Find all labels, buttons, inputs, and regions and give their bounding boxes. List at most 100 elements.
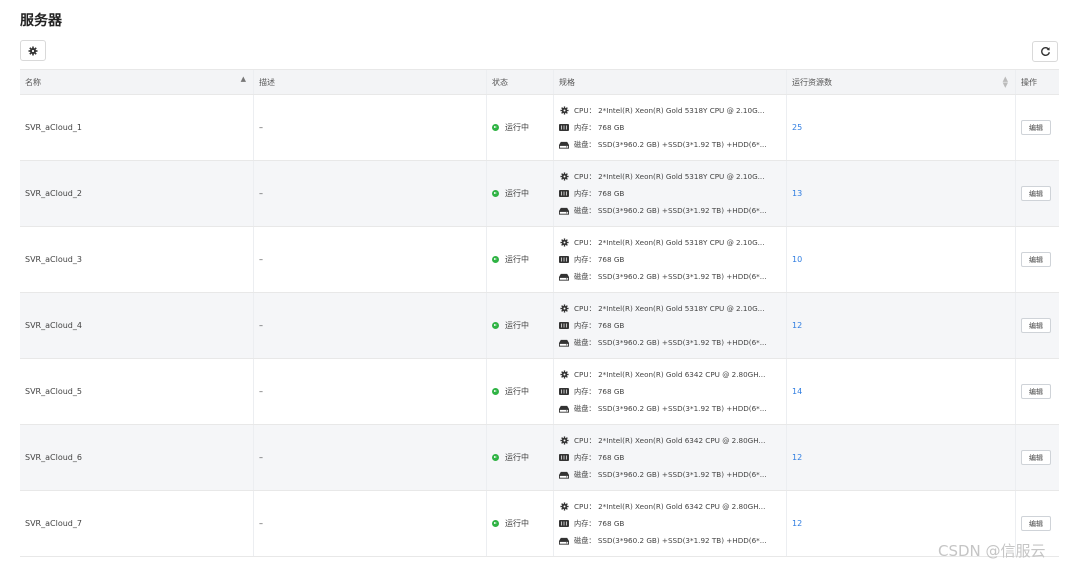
- disk-spec: 磁盘： SSD(3*960.2 GB) +SSD(3*1.92 TB) +HDD…: [574, 403, 767, 413]
- cpu-icon: [559, 106, 569, 115]
- running-resources-link[interactable]: 10: [792, 255, 802, 264]
- gear-icon: [28, 46, 38, 55]
- column-header-description: 描述: [253, 70, 486, 94]
- server-description: –: [253, 425, 486, 490]
- cpu-icon: [559, 370, 569, 379]
- column-header-running-resources[interactable]: 运行资源数 ▲ ▼: [786, 70, 1015, 94]
- refresh-icon: [1040, 47, 1050, 56]
- server-name: SVR_aCloud_5: [25, 387, 82, 396]
- server-spec: CPU： 2*Intel(R) Xeon(R) Gold 6342 CPU @ …: [553, 425, 786, 490]
- server-table: 名称 ▲ 描述 状态 规格 运行资源数 ▲ ▼ 操作 SVR_aCloud_1 –…: [20, 69, 1059, 557]
- disk-spec: 磁盘： SSD(3*960.2 GB) +SSD(3*1.92 TB) +HDD…: [574, 535, 767, 545]
- server-name: SVR_aCloud_4: [25, 321, 82, 330]
- column-header-spec: 规格: [553, 70, 786, 94]
- status-badge: 运行中: [492, 122, 529, 133]
- running-resources-link[interactable]: 12: [792, 453, 802, 462]
- running-resources-link[interactable]: 12: [792, 519, 802, 528]
- cpu-icon: [559, 502, 569, 511]
- server-name: SVR_aCloud_6: [25, 453, 82, 462]
- running-resources-link[interactable]: 25: [792, 123, 802, 132]
- status-badge: 运行中: [492, 452, 529, 463]
- status-badge: 运行中: [492, 188, 529, 199]
- table-row: SVR_aCloud_5 – 运行中 CPU： 2*Intel(R) Xeon(…: [20, 359, 1059, 425]
- disk-icon: [559, 471, 569, 479]
- disk-spec: 磁盘： SSD(3*960.2 GB) +SSD(3*1.92 TB) +HDD…: [574, 469, 767, 479]
- cpu-spec: CPU： 2*Intel(R) Xeon(R) Gold 5318Y CPU @…: [574, 237, 765, 247]
- refresh-button[interactable]: [1032, 41, 1058, 62]
- server-name: SVR_aCloud_3: [25, 255, 82, 264]
- table-row: SVR_aCloud_7 – 运行中 CPU： 2*Intel(R) Xeon(…: [20, 491, 1059, 557]
- disk-spec: 磁盘： SSD(3*960.2 GB) +SSD(3*1.92 TB) +HDD…: [574, 337, 767, 347]
- edit-button[interactable]: 编辑: [1021, 120, 1051, 135]
- memory-spec: 内存： 768 GB: [574, 122, 625, 132]
- memory-spec: 内存： 768 GB: [574, 386, 625, 396]
- server-description: –: [253, 359, 486, 424]
- edit-button[interactable]: 编辑: [1021, 318, 1051, 333]
- cpu-spec: CPU： 2*Intel(R) Xeon(R) Gold 5318Y CPU @…: [574, 105, 765, 115]
- disk-icon: [559, 405, 569, 413]
- status-badge: 运行中: [492, 254, 529, 265]
- sort-icon[interactable]: ▲ ▼: [1003, 76, 1008, 89]
- server-name: SVR_aCloud_2: [25, 189, 82, 198]
- memory-spec: 内存： 768 GB: [574, 320, 625, 330]
- server-description: –: [253, 491, 486, 556]
- disk-icon: [559, 273, 569, 281]
- server-spec: CPU： 2*Intel(R) Xeon(R) Gold 6342 CPU @ …: [553, 491, 786, 556]
- server-description: –: [253, 227, 486, 292]
- memory-icon: [559, 388, 569, 396]
- running-status-icon: [492, 124, 499, 131]
- running-status-icon: [492, 520, 499, 527]
- server-description: –: [253, 161, 486, 226]
- cpu-spec: CPU： 2*Intel(R) Xeon(R) Gold 6342 CPU @ …: [574, 369, 766, 379]
- cpu-icon: [559, 238, 569, 247]
- running-resources-link[interactable]: 13: [792, 189, 802, 198]
- page-title: 服务器: [20, 13, 62, 29]
- settings-button[interactable]: [20, 40, 46, 61]
- status-badge: 运行中: [492, 386, 529, 397]
- server-name: SVR_aCloud_1: [25, 123, 82, 132]
- memory-spec: 内存： 768 GB: [574, 188, 625, 198]
- status-badge: 运行中: [492, 320, 529, 331]
- cpu-icon: [559, 436, 569, 445]
- edit-button[interactable]: 编辑: [1021, 252, 1051, 267]
- table-row: SVR_aCloud_4 – 运行中 CPU： 2*Intel(R) Xeon(…: [20, 293, 1059, 359]
- running-resources-link[interactable]: 12: [792, 321, 802, 330]
- server-description: –: [253, 293, 486, 358]
- column-header-status: 状态: [486, 70, 553, 94]
- server-spec: CPU： 2*Intel(R) Xeon(R) Gold 5318Y CPU @…: [553, 227, 786, 292]
- cpu-spec: CPU： 2*Intel(R) Xeon(R) Gold 6342 CPU @ …: [574, 435, 766, 445]
- server-spec: CPU： 2*Intel(R) Xeon(R) Gold 5318Y CPU @…: [553, 161, 786, 226]
- disk-icon: [559, 339, 569, 347]
- running-status-icon: [492, 190, 499, 197]
- disk-spec: 磁盘： SSD(3*960.2 GB) +SSD(3*1.92 TB) +HDD…: [574, 271, 767, 281]
- cpu-icon: [559, 172, 569, 181]
- edit-button[interactable]: 编辑: [1021, 516, 1051, 531]
- memory-spec: 内存： 768 GB: [574, 452, 625, 462]
- memory-spec: 内存： 768 GB: [574, 518, 625, 528]
- memory-icon: [559, 256, 569, 264]
- cpu-icon: [559, 304, 569, 313]
- disk-spec: 磁盘： SSD(3*960.2 GB) +SSD(3*1.92 TB) +HDD…: [574, 205, 767, 215]
- column-header-name[interactable]: 名称 ▲: [20, 70, 253, 94]
- edit-button[interactable]: 编辑: [1021, 384, 1051, 399]
- column-header-actions: 操作: [1015, 70, 1059, 94]
- cpu-spec: CPU： 2*Intel(R) Xeon(R) Gold 5318Y CPU @…: [574, 303, 765, 313]
- sort-asc-icon[interactable]: ▲: [241, 76, 246, 83]
- memory-spec: 内存： 768 GB: [574, 254, 625, 264]
- server-spec: CPU： 2*Intel(R) Xeon(R) Gold 5318Y CPU @…: [553, 95, 786, 160]
- memory-icon: [559, 190, 569, 198]
- running-status-icon: [492, 388, 499, 395]
- memory-icon: [559, 124, 569, 132]
- edit-button[interactable]: 编辑: [1021, 450, 1051, 465]
- table-header: 名称 ▲ 描述 状态 规格 运行资源数 ▲ ▼ 操作: [20, 69, 1059, 95]
- running-resources-link[interactable]: 14: [792, 387, 802, 396]
- disk-icon: [559, 207, 569, 215]
- server-name: SVR_aCloud_7: [25, 519, 82, 528]
- disk-icon: [559, 537, 569, 545]
- memory-icon: [559, 322, 569, 330]
- table-row: SVR_aCloud_2 – 运行中 CPU： 2*Intel(R) Xeon(…: [20, 161, 1059, 227]
- running-status-icon: [492, 454, 499, 461]
- edit-button[interactable]: 编辑: [1021, 186, 1051, 201]
- server-description: –: [253, 95, 486, 160]
- table-row: SVR_aCloud_1 – 运行中 CPU： 2*Intel(R) Xeon(…: [20, 95, 1059, 161]
